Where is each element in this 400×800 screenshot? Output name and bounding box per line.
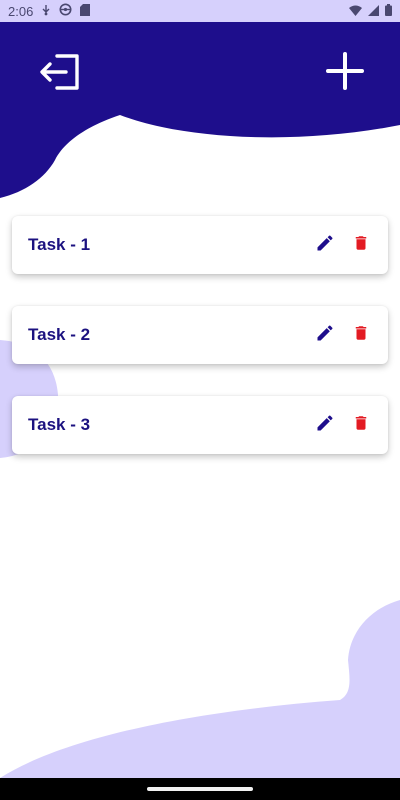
task-title: Task - 1: [28, 235, 91, 254]
trash-icon: [352, 323, 370, 348]
task-card-2[interactable]: Task - 2: [12, 306, 388, 364]
edit-button[interactable]: [314, 414, 336, 436]
pencil-icon: [315, 233, 335, 258]
task-card-3[interactable]: Task - 3: [12, 396, 388, 454]
task-list: Task - 1 Task - 2 Task - 3: [12, 216, 388, 486]
pencil-icon: [315, 413, 335, 438]
add-task-button[interactable]: [317, 45, 373, 101]
wifi-icon: [349, 4, 362, 19]
logout-icon: [35, 53, 83, 98]
sd-card-icon: [80, 3, 91, 19]
plus-icon: [324, 50, 366, 97]
status-bar: 2:06: [0, 0, 400, 22]
system-navigation-bar: [0, 778, 400, 800]
edit-button[interactable]: [314, 234, 336, 256]
task-actions: [314, 324, 372, 346]
task-actions: [314, 414, 372, 436]
delete-button[interactable]: [350, 414, 372, 436]
usb-debug-icon: [41, 4, 51, 19]
home-gesture-handle[interactable]: [147, 787, 253, 791]
bottom-wave: [0, 600, 400, 778]
pencil-icon: [315, 323, 335, 348]
android-icon: [59, 3, 72, 19]
task-title: Task - 3: [28, 415, 91, 434]
task-card-1[interactable]: Task - 1: [12, 216, 388, 274]
edit-button[interactable]: [314, 324, 336, 346]
trash-icon: [352, 233, 370, 258]
delete-button[interactable]: [350, 234, 372, 256]
task-title: Task - 2: [28, 325, 91, 344]
task-actions: [314, 234, 372, 256]
delete-button[interactable]: [350, 324, 372, 346]
logout-button[interactable]: [31, 47, 87, 103]
battery-icon: [385, 3, 392, 19]
clock: 2:06: [8, 3, 34, 19]
trash-icon: [352, 413, 370, 438]
signal-icon: [368, 4, 379, 19]
